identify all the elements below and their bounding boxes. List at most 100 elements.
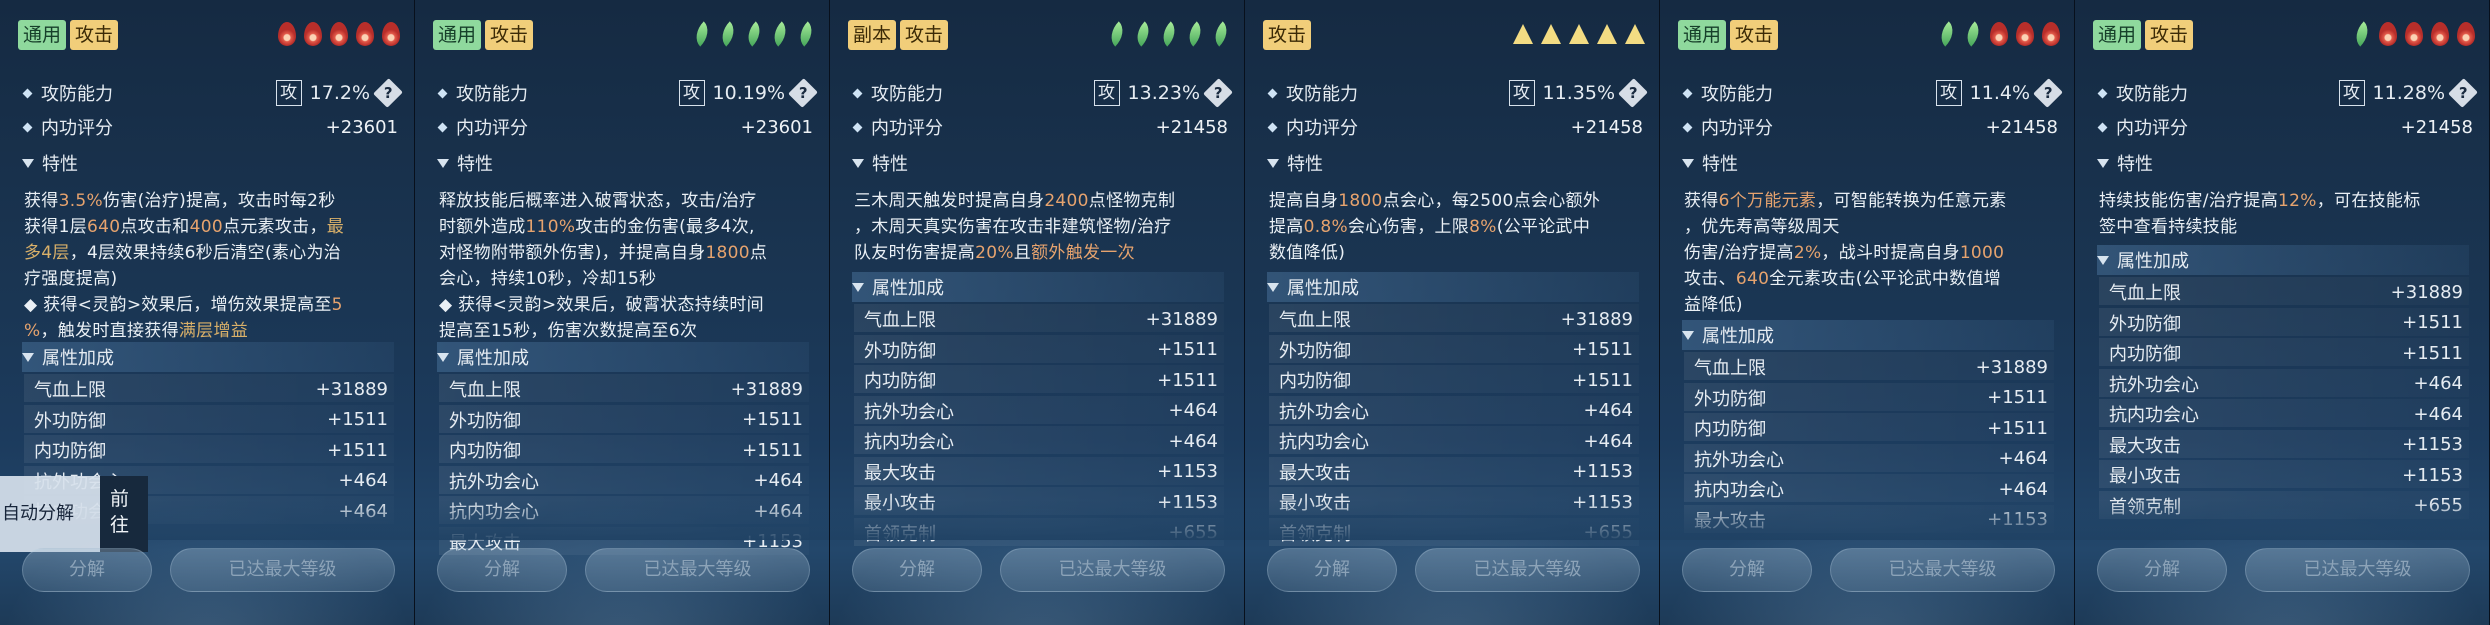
- decompose-button[interactable]: 分解: [22, 548, 152, 592]
- desc-text: ，4层效果持续6秒后清空(素心为治 疗强度提高) ◆ 获得<灵韵>效果后，增伤效…: [24, 243, 342, 315]
- category-tag: 通用: [433, 20, 482, 50]
- attribute-row: 内功防御 +1511: [854, 365, 1224, 395]
- goto-button[interactable]: 前往: [100, 476, 148, 552]
- category-tag: 副本: [848, 20, 897, 50]
- trait-section-header[interactable]: 特性: [1682, 148, 2054, 178]
- attribute-row: 外功防御 +1511: [439, 404, 809, 435]
- attribute-name: 抗外功会心: [1694, 449, 1784, 471]
- desc-text: 持续技能伤害/治疗提高: [2099, 191, 2279, 211]
- attribute-value: +1153: [1157, 461, 1218, 482]
- help-icon[interactable]: ?: [1618, 78, 1648, 108]
- max-level-button[interactable]: 已达最大等级: [1000, 548, 1225, 592]
- neigong-score-label: 内功评分: [456, 118, 528, 139]
- desc-text: 会心伤害，上限: [1348, 217, 1470, 237]
- max-level-button[interactable]: 已达最大等级: [1830, 548, 2055, 592]
- attribute-name: 外功防御: [1279, 340, 1351, 362]
- trait-section-header[interactable]: 特性: [2097, 148, 2469, 178]
- wood-icon: [767, 21, 793, 47]
- equipment-card: 攻击 攻防能力 攻 11.35%? 内功评分 +21458 特性 提高自身1800点会心，每2…: [1245, 0, 1660, 625]
- equipment-card-list: 通用 攻击 攻防能力攻 17.2%? 内功评分 +23601 特性 获得3.5%伤害(治疗)提…: [0, 0, 2490, 625]
- decompose-button[interactable]: 分解: [2097, 548, 2227, 592]
- neigong-score-value: +21458: [1985, 116, 2058, 138]
- attribute-section-header[interactable]: 属性加成: [2097, 245, 2469, 275]
- highlight-text: 110%: [525, 217, 576, 237]
- category-tag: 攻击: [900, 20, 949, 50]
- attribute-value: +31889: [2390, 281, 2463, 303]
- attribute-label: 属性加成: [457, 348, 529, 369]
- attribute-name: 最小攻击: [2109, 466, 2181, 487]
- neigong-score-row: 内功评分 +21458: [852, 112, 1228, 142]
- desc-text: 攻击、: [1684, 269, 1736, 289]
- equipment-card: 通用 攻击 攻防能力 攻 11.4%? 内功评分 +21458 特性 获得6个万能元素，可智能转…: [1660, 0, 2075, 625]
- max-level-button[interactable]: 已达最大等级: [2245, 548, 2470, 592]
- attribute-name: 气血上限: [1279, 310, 1351, 331]
- attack-ability-value: 11.4%: [1969, 82, 2030, 104]
- attack-ability-value: 10.19%: [712, 82, 785, 104]
- max-level-button[interactable]: 已达最大等级: [585, 548, 810, 592]
- help-icon[interactable]: ?: [788, 78, 818, 108]
- category-tag: 攻击: [70, 20, 119, 50]
- attribute-value: +1153: [1572, 461, 1633, 482]
- caret-down-icon: [1267, 158, 1279, 168]
- trait-section-header[interactable]: 特性: [852, 148, 1224, 178]
- wood-icon: [1182, 21, 1208, 47]
- max-level-button[interactable]: 已达最大等级: [1415, 548, 1640, 592]
- wood-icon: [2349, 21, 2375, 47]
- attribute-name: 最大攻击: [2109, 435, 2181, 457]
- desc-text: ，触发时直接获得: [40, 321, 179, 341]
- earth-icon: [1597, 24, 1617, 44]
- trait-label: 特性: [2117, 154, 2153, 175]
- attribute-name: 内功防御: [864, 371, 936, 392]
- attribute-name: 内功防御: [2109, 344, 2181, 365]
- attribute-name: 抗外功会心: [864, 401, 954, 423]
- max-level-button[interactable]: 已达最大等级: [170, 548, 395, 592]
- attack-type-badge: 攻: [678, 80, 705, 106]
- decompose-button[interactable]: 分解: [1682, 548, 1812, 592]
- attribute-value: +31889: [730, 378, 803, 400]
- decompose-button[interactable]: 分解: [852, 548, 982, 592]
- attack-ability-row: 攻防能力 攻 11.4%?: [1682, 78, 2063, 108]
- tag-list: 通用 攻击: [1678, 20, 1779, 50]
- help-icon[interactable]: ?: [373, 78, 403, 108]
- attribute-name: 外功防御: [2109, 313, 2181, 335]
- fire-icon: [2431, 22, 2449, 46]
- attribute-section-header[interactable]: 属性加成: [1267, 272, 1639, 302]
- trait-section-header[interactable]: 特性: [1267, 148, 1639, 178]
- wood-icon: [1130, 21, 1156, 47]
- help-icon[interactable]: ?: [1203, 78, 1233, 108]
- wood-icon: [741, 21, 767, 47]
- category-tag: 攻击: [2145, 20, 2194, 50]
- fire-icon: [356, 22, 374, 46]
- attack-ability-row: 攻防能力 攻 10.19%?: [437, 78, 818, 108]
- attribute-row: 外功防御 +1511: [1269, 334, 1639, 365]
- help-icon[interactable]: ?: [2448, 78, 2478, 108]
- wood-icon: [1934, 21, 1960, 47]
- help-icon[interactable]: ?: [2033, 78, 2063, 108]
- trait-label: 特性: [42, 154, 78, 175]
- neigong-score-label: 内功评分: [1701, 118, 1773, 139]
- element-slots: [689, 21, 819, 47]
- attribute-value: +464: [338, 470, 388, 491]
- decompose-button[interactable]: 分解: [437, 548, 567, 592]
- trait-section-header[interactable]: 特性: [22, 148, 394, 178]
- fire-icon: [2042, 22, 2060, 46]
- attribute-value: +464: [1583, 430, 1633, 452]
- decompose-button[interactable]: 分解: [1267, 548, 1397, 592]
- attribute-section-header[interactable]: 属性加成: [1682, 320, 2054, 350]
- attribute-value: +464: [1998, 478, 2048, 500]
- attack-type-badge: 攻: [1093, 80, 1120, 106]
- auto-decompose-label[interactable]: 自动分解: [0, 476, 100, 552]
- trait-section-header[interactable]: 特性: [437, 148, 809, 178]
- attribute-section-header[interactable]: 属性加成: [852, 272, 1224, 302]
- neigong-score-row: 内功评分 +21458: [1267, 112, 1643, 142]
- attribute-name: 气血上限: [449, 380, 521, 401]
- wood-icon: [689, 21, 715, 47]
- attribute-row: 最大攻击 +1153: [2099, 429, 2469, 460]
- neigong-score-label: 内功评分: [41, 118, 113, 139]
- attribute-section-header[interactable]: 属性加成: [437, 342, 809, 372]
- highlight-text: 额外触发一次: [1031, 243, 1135, 263]
- attribute-section-header[interactable]: 属性加成: [22, 342, 394, 372]
- neigong-score-value: +21458: [1570, 116, 1643, 138]
- neigong-score-row: 内功评分 +23601: [22, 112, 398, 142]
- attribute-row: 抗外功会心 +464: [1269, 395, 1639, 426]
